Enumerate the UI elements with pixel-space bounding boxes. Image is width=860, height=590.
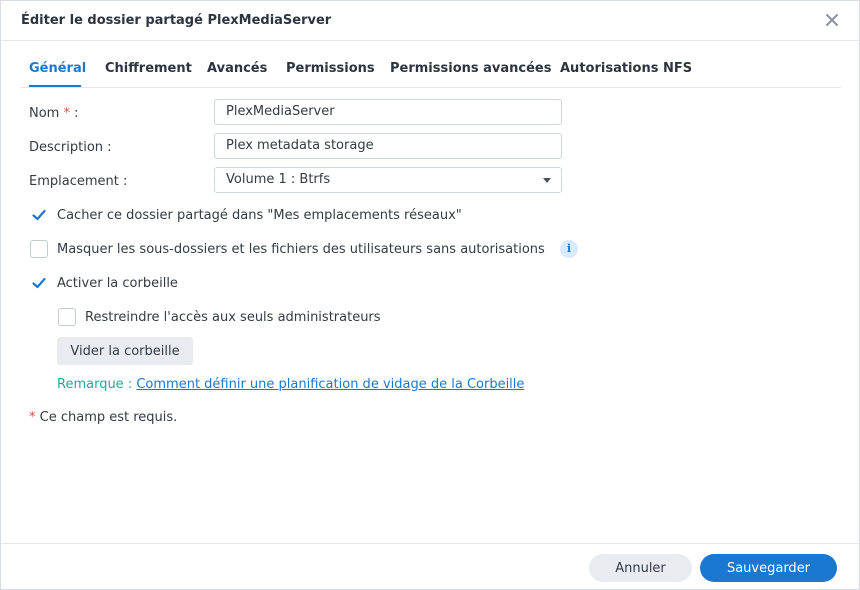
- location-select[interactable]: Volume 1 : Btrfs: [214, 167, 562, 193]
- dialog-titlebar: Éditer le dossier partagé PlexMediaServe…: [1, 1, 859, 41]
- recycle-bin-schedule-link[interactable]: Comment définir une planification de vid…: [136, 377, 524, 392]
- restrict-admin-label: Restreindre l'accès aux seuls administra…: [85, 310, 381, 325]
- recycle-bin-note: Remarque : Comment définir une planifica…: [57, 377, 524, 392]
- tab-advanced[interactable]: Avancés: [207, 61, 267, 76]
- tab-permissions[interactable]: Permissions: [286, 61, 375, 76]
- check-icon: [32, 277, 46, 289]
- required-field-note: * Ce champ est requis.: [29, 410, 177, 425]
- location-label: Emplacement :: [29, 174, 128, 189]
- info-icon[interactable]: i: [560, 240, 578, 258]
- save-button[interactable]: Sauvegarder: [700, 554, 837, 582]
- required-note-asterisk: *: [29, 410, 36, 425]
- tab-bar: Général Chiffrement Avancés Permissions …: [21, 57, 841, 88]
- name-input[interactable]: PlexMediaServer: [214, 99, 562, 125]
- description-label: Description :: [29, 140, 112, 155]
- tab-advanced-permissions[interactable]: Permissions avancées: [390, 61, 552, 76]
- required-note-text: Ce champ est requis.: [39, 410, 178, 425]
- hide-share-label: Cacher ce dossier partagé dans "Mes empl…: [57, 208, 462, 223]
- hide-subfolders-label: Masquer les sous-dossiers et les fichier…: [57, 242, 545, 257]
- hide-share-checkbox[interactable]: [30, 206, 48, 224]
- cancel-button[interactable]: Annuler: [589, 554, 692, 582]
- active-tab-indicator: [29, 85, 81, 87]
- tab-nfs-permissions[interactable]: Autorisations NFS: [560, 61, 692, 76]
- note-prefix: Remarque :: [57, 377, 133, 392]
- restrict-admin-checkbox[interactable]: [58, 308, 76, 326]
- location-select-value: Volume 1 : Btrfs: [226, 172, 331, 187]
- chevron-down-icon: [543, 178, 551, 183]
- close-icon[interactable]: [823, 11, 841, 29]
- name-label-text: Nom: [29, 106, 60, 121]
- tab-encryption[interactable]: Chiffrement: [105, 61, 192, 76]
- edit-shared-folder-dialog: Éditer le dossier partagé PlexMediaServe…: [0, 0, 860, 590]
- hide-subfolders-checkbox[interactable]: [30, 240, 48, 258]
- dialog-title: Éditer le dossier partagé PlexMediaServe…: [21, 13, 332, 28]
- required-asterisk: *: [63, 106, 70, 121]
- name-label: Nom * :: [29, 106, 79, 121]
- recycle-bin-label: Activer la corbeille: [57, 276, 178, 291]
- check-icon: [32, 209, 46, 221]
- empty-recycle-bin-button[interactable]: Vider la corbeille: [57, 337, 193, 365]
- recycle-bin-checkbox[interactable]: [30, 274, 48, 292]
- name-label-colon: :: [74, 106, 79, 121]
- tab-general[interactable]: Général: [29, 61, 86, 76]
- description-input[interactable]: Plex metadata storage: [214, 133, 562, 159]
- dialog-footer: Annuler Sauvegarder: [1, 543, 859, 590]
